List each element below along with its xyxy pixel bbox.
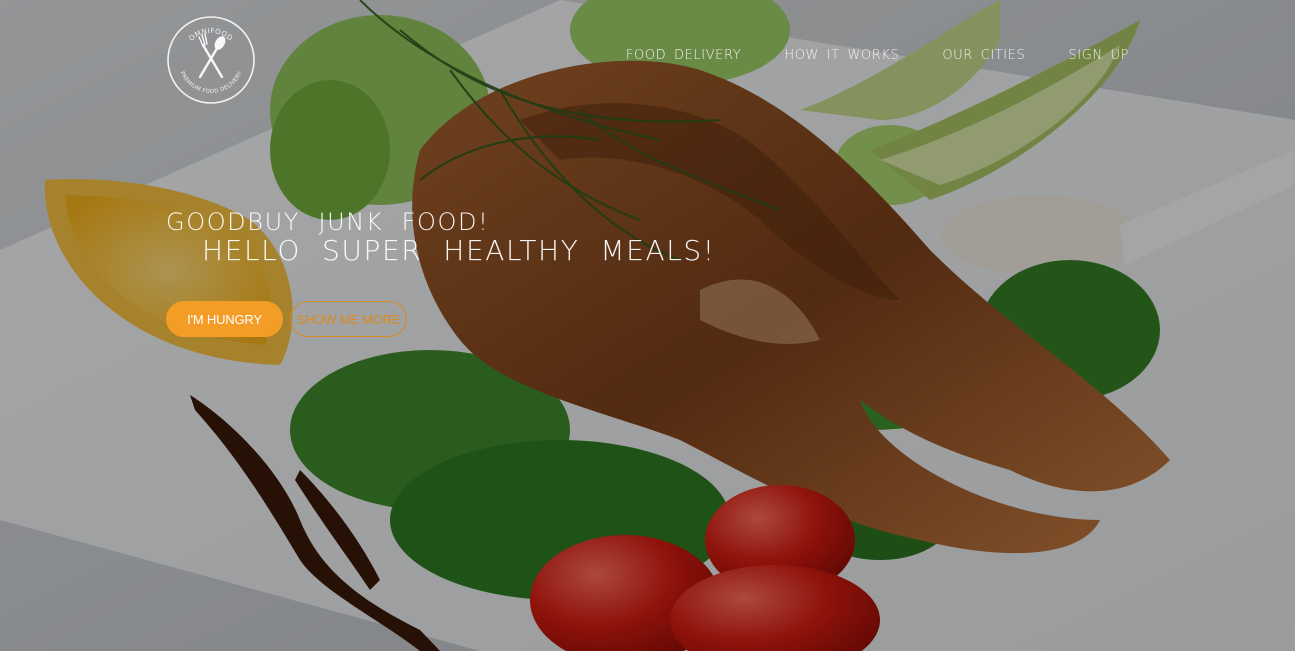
nav-item-food-delivery: FOOD DELIVERY [626,46,741,64]
hero-section: OMNIFOOD PREMIUM FOOD DELIVERY FOOD DELI… [0,0,1295,651]
show-me-more-button[interactable]: SHOW ME MORE [290,301,407,337]
fork-and-spoon-icon [198,33,226,79]
omnifood-logo[interactable]: OMNIFOOD PREMIUM FOOD DELIVERY [166,15,256,105]
hero-headline-line1: GOODBUY JUNK FOOD! [166,208,490,236]
im-hungry-button[interactable]: I'M HUNGRY [166,301,283,337]
nav-link-sign-up[interactable]: SIGN UP [1068,48,1129,63]
nav-link-our-cities[interactable]: OUR CITIES [942,48,1025,63]
logo-bottom-text: PREMIUM FOOD DELIVERY [179,70,244,95]
svg-text:OMNIFOOD: OMNIFOOD [188,27,235,43]
nav-link-food-delivery[interactable]: FOOD DELIVERY [626,48,741,63]
main-navigation: FOOD DELIVERY HOW IT WORKS OUR CITIES SI… [583,46,1129,64]
nav-item-sign-up: SIGN UP [1068,46,1129,64]
hero-headline-line2: HELLO SUPER HEALTHY MEALS! [202,234,716,267]
svg-text:PREMIUM FOOD DELIVERY: PREMIUM FOOD DELIVERY [179,70,244,95]
nav-item-how-it-works: HOW IT WORKS [784,46,899,64]
nav-item-our-cities: OUR CITIES [942,46,1025,64]
logo-top-text: OMNIFOOD [188,27,234,43]
hero-headline: GOODBUY JUNK FOOD! HELLO SUPER HEALTHY M… [166,208,716,266]
nav-link-how-it-works[interactable]: HOW IT WORKS [784,48,899,63]
